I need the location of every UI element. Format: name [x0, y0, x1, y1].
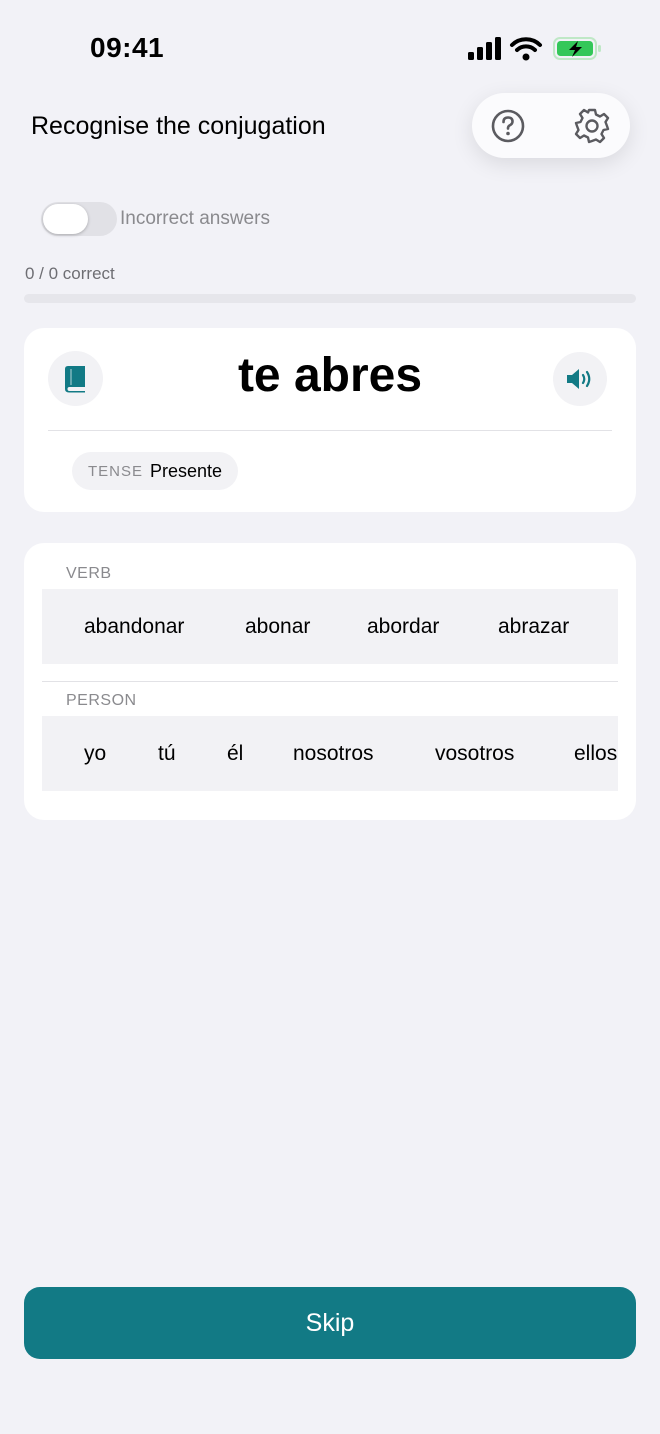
help-button[interactable]	[489, 107, 527, 145]
page-title: Recognise the conjugation	[31, 112, 326, 140]
verb-option[interactable]: abandonar	[84, 589, 184, 664]
incorrect-answers-toggle[interactable]	[41, 202, 117, 236]
incorrect-answers-filter: Incorrect answers	[41, 202, 270, 236]
person-picker[interactable]: yo tú él nosotros vosotros ellos	[42, 716, 618, 791]
gear-icon	[574, 108, 610, 144]
skip-button[interactable]: Skip	[24, 1287, 636, 1359]
person-option[interactable]: yo	[84, 716, 106, 791]
verb-option[interactable]: abordar	[367, 589, 439, 664]
verb-section-label: VERB	[66, 565, 112, 582]
person-option[interactable]: ellos	[574, 716, 617, 791]
verb-picker[interactable]: abandonar abonar abordar abrazar	[42, 589, 618, 664]
status-bar: 09:41	[0, 0, 660, 96]
question-circle-icon	[491, 109, 525, 143]
conjugation-text: te abres	[237, 349, 423, 402]
person-option[interactable]: nosotros	[293, 716, 374, 791]
verb-option[interactable]: abrazar	[498, 589, 569, 664]
speaker-icon	[567, 369, 591, 389]
tense-key: TENSE	[88, 462, 144, 480]
wifi-icon	[510, 37, 542, 61]
tense-value: Presente	[150, 460, 223, 481]
card-divider	[48, 430, 612, 431]
pronounce-button[interactable]	[553, 352, 607, 406]
conjugation-card: te abres TENSE Presente	[24, 328, 636, 512]
person-option[interactable]: tú	[158, 716, 176, 791]
toggle-knob	[43, 204, 88, 234]
toggle-label: Incorrect answers	[120, 208, 270, 229]
picker-divider	[42, 681, 618, 682]
battery-charging-icon	[553, 37, 601, 60]
person-option[interactable]: él	[227, 716, 243, 791]
settings-button[interactable]	[573, 107, 611, 145]
progress-bar	[24, 294, 636, 303]
status-icons	[466, 34, 606, 64]
status-time: 09:41	[90, 32, 165, 63]
answer-picker-card: VERB abandonar abonar abordar abrazar PE…	[24, 543, 636, 820]
person-option[interactable]: vosotros	[435, 716, 514, 791]
person-section-label: PERSON	[66, 692, 137, 709]
header-toolbar	[472, 93, 630, 158]
tense-badge: TENSE Presente	[72, 452, 239, 490]
cellular-signal-icon	[468, 37, 501, 60]
verb-option[interactable]: abonar	[245, 589, 310, 664]
progress-text: 0 / 0 correct	[25, 264, 115, 283]
